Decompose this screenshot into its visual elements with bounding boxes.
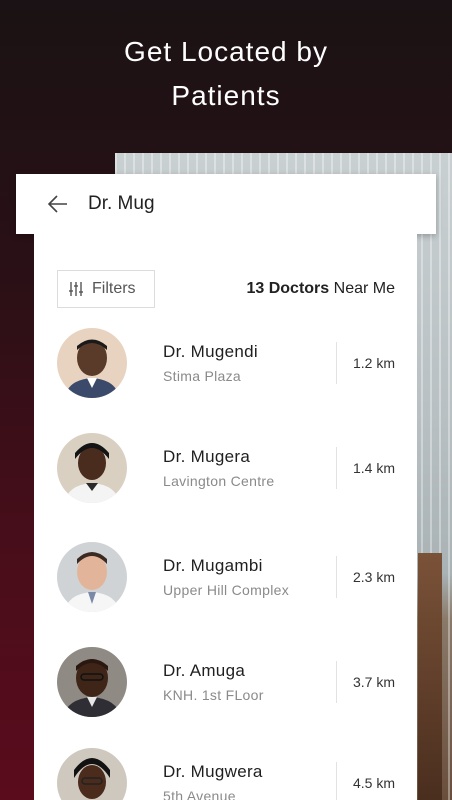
doctor-distance: 3.7 km <box>352 674 395 690</box>
doctor-distance: 1.4 km <box>352 460 395 476</box>
doctor-name: Dr. Mugambi <box>163 556 263 575</box>
filters-button[interactable]: Filters <box>57 270 155 308</box>
doctor-location: Upper Hill Complex <box>163 582 289 598</box>
doctor-count-number: 13 Doctors <box>246 280 330 297</box>
headline: Get Located by Patients <box>0 30 452 118</box>
doctor-name: Dr. Amuga <box>163 661 246 680</box>
doctor-distance: 4.5 km <box>352 775 395 791</box>
doctor-location: Lavington Centre <box>163 473 275 489</box>
doctor-row[interactable]: Dr. Mugambi Upper Hill Complex 2.3 km <box>34 525 417 629</box>
arrow-left-icon[interactable] <box>46 192 70 216</box>
doctor-location: 5th Avenue <box>163 788 236 800</box>
doctor-row[interactable]: Dr. Mugwera 5th Avenue 4.5 km <box>34 731 417 800</box>
avatar <box>57 647 127 717</box>
doctor-location: KNH. 1st FLoor <box>163 687 264 703</box>
avatar <box>57 328 127 398</box>
list-header: Filters 13 Doctors Near Me <box>34 234 417 320</box>
doctor-count: 13 Doctors Near Me <box>246 280 395 298</box>
doctor-row[interactable]: Dr. Mugendi Stima Plaza 1.2 km <box>34 311 417 415</box>
background-post <box>418 553 442 800</box>
sliders-icon <box>68 281 84 297</box>
filters-label: Filters <box>92 280 136 297</box>
avatar <box>57 542 127 612</box>
search-bar[interactable]: Dr. Mug <box>16 174 436 234</box>
doctor-row[interactable]: Dr. Amuga KNH. 1st FLoor 3.7 km <box>34 630 417 734</box>
avatar <box>57 748 127 800</box>
doctor-name: Dr. Mugwera <box>163 762 263 781</box>
doctor-count-suffix: Near Me <box>333 280 395 297</box>
doctor-distance: 1.2 km <box>352 355 395 371</box>
doctor-row[interactable]: Dr. Mugera Lavington Centre 1.4 km <box>34 416 417 520</box>
doctor-location: Stima Plaza <box>163 368 241 384</box>
doctor-list-card: Filters 13 Doctors Near Me Dr. Mugendi S… <box>34 234 417 800</box>
search-input[interactable]: Dr. Mug <box>88 193 155 215</box>
doctor-distance: 2.3 km <box>352 569 395 585</box>
avatar <box>57 433 127 503</box>
headline-line-2: Patients <box>171 80 281 111</box>
doctor-name: Dr. Mugendi <box>163 342 258 361</box>
doctor-name: Dr. Mugera <box>163 447 251 466</box>
headline-line-1: Get Located by <box>124 36 328 67</box>
